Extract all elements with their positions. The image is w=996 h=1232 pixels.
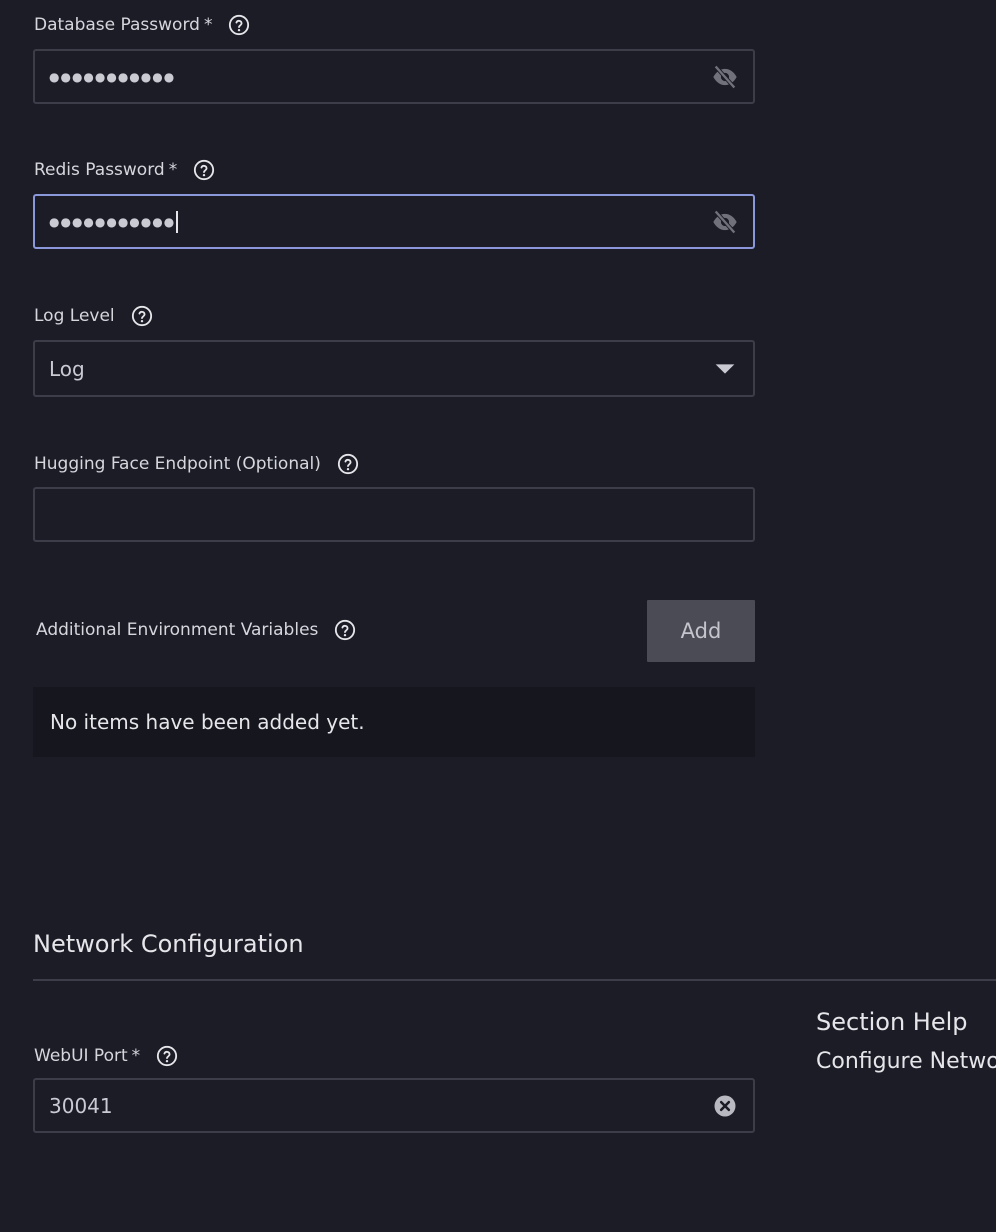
app-form-page: Database Password * ●●●●●●●●●●● Redis Pa… [0, 0, 996, 1232]
webui-port-label: WebUI Port [34, 1046, 128, 1066]
help-icon[interactable] [337, 453, 359, 475]
text-caret [176, 210, 179, 233]
db-password-label-row: Database Password * [34, 14, 250, 36]
env-vars-label: Additional Environment Variables [36, 620, 319, 640]
help-icon[interactable] [228, 14, 250, 36]
help-icon[interactable] [334, 619, 356, 641]
required-mark: * [131, 1046, 141, 1066]
clear-icon[interactable] [711, 1092, 739, 1120]
redis-password-label-row: Redis Password * [34, 159, 215, 181]
redis-password-value: ●●●●●●●●●●● [49, 214, 176, 229]
hf-endpoint-input[interactable] [33, 487, 755, 542]
required-mark: * [203, 15, 213, 35]
log-level-label: Log Level [34, 306, 115, 326]
log-level-label-row: Log Level [34, 305, 153, 327]
env-vars-empty-state: No items have been added yet. [33, 687, 755, 757]
redis-password-label: Redis Password [34, 160, 165, 180]
hf-endpoint-label-row: Hugging Face Endpoint (Optional) [34, 453, 359, 475]
help-icon[interactable] [131, 305, 153, 327]
webui-port-value: 30041 [49, 1093, 113, 1118]
section-help-text: Configure Network [816, 1049, 996, 1074]
add-env-var-button[interactable]: Add [647, 600, 755, 662]
required-mark: * [168, 160, 178, 180]
env-vars-label-row: Additional Environment Variables [36, 619, 356, 641]
section-divider [33, 979, 996, 981]
help-icon[interactable] [193, 159, 215, 181]
log-level-value: Log [49, 356, 85, 381]
db-password-label: Database Password [34, 15, 200, 35]
db-password-value: ●●●●●●●●●●● [49, 69, 176, 84]
empty-state-text: No items have been added yet. [50, 710, 365, 734]
webui-port-label-row: WebUI Port * [34, 1045, 178, 1067]
help-icon[interactable] [156, 1045, 178, 1067]
redis-password-value-wrap: ●●●●●●●●●●● [35, 210, 711, 233]
eye-slash-icon[interactable] [711, 208, 739, 236]
webui-port-input[interactable]: 30041 [33, 1078, 755, 1133]
redis-password-field[interactable]: ●●●●●●●●●●● [33, 194, 755, 249]
db-password-field[interactable]: ●●●●●●●●●●● [33, 49, 755, 104]
section-help-title: Section Help [816, 1008, 968, 1036]
eye-slash-icon[interactable] [711, 63, 739, 91]
hf-endpoint-label: Hugging Face Endpoint (Optional) [34, 454, 321, 474]
caret-down-icon[interactable] [711, 355, 739, 383]
log-level-select[interactable]: Log [33, 340, 755, 397]
section-title: Network Configuration [33, 930, 304, 958]
